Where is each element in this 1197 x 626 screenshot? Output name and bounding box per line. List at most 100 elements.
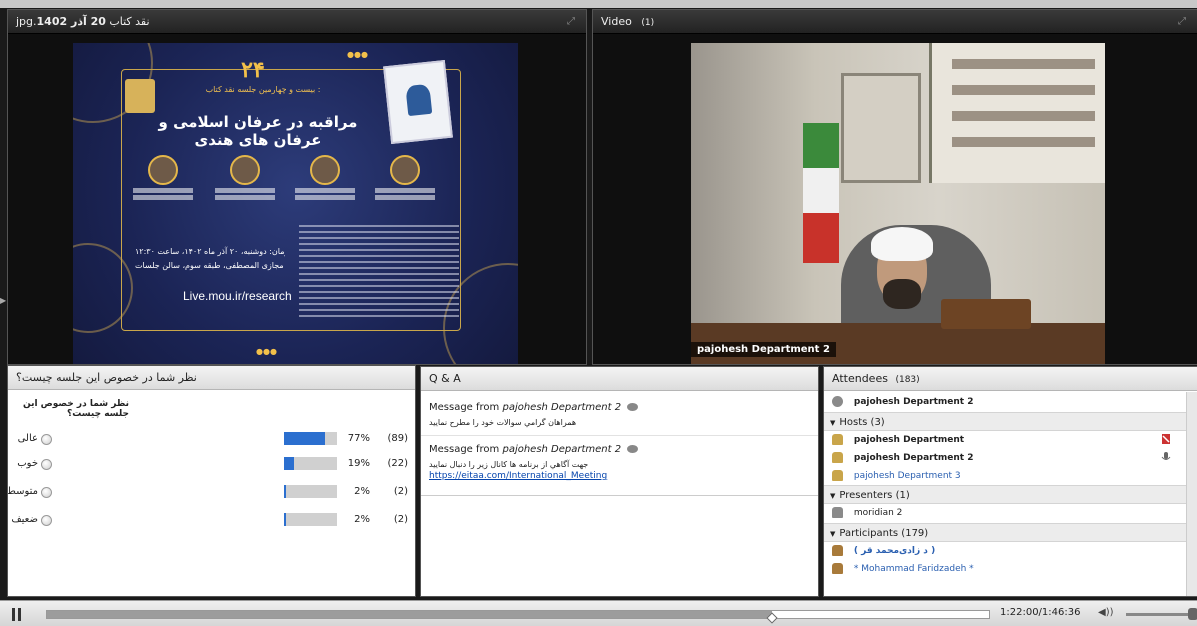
attendee-list[interactable]: pajohesh Department 2 ▼ Hosts (3) pajohes… [824, 392, 1186, 596]
current-user-row[interactable]: pajohesh Department 2 [824, 392, 1186, 412]
group-participants[interactable]: ▼ Participants (179) [824, 523, 1186, 542]
qa-message-list[interactable]: Message from pajohesh Department 2 همراه… [421, 394, 818, 496]
host-icon [832, 452, 843, 463]
poll-option-label: عالی [17, 433, 38, 444]
window-titlebar [0, 0, 1197, 8]
video-pod-header: Video (1) ⤢ [593, 10, 1197, 34]
qa-pod-title: Q & A [429, 372, 461, 385]
group-presenters[interactable]: ▼ Presenters (1) [824, 485, 1186, 504]
poll-option[interactable]: متوسط 2% (2) [8, 484, 415, 500]
volume-icon[interactable]: ◀)) [1098, 607, 1114, 619]
poster-url: Live.mou.ir/research [183, 289, 292, 303]
poll-option-radio[interactable] [41, 459, 52, 470]
fullscreen-icon[interactable]: ⤢ [564, 15, 578, 29]
attendee-row-host[interactable]: pajohesh Department 2 [824, 449, 1186, 467]
poll-option[interactable]: خوب 19% (22) [16, 456, 415, 472]
poll-option[interactable]: عالی 77% (89) [16, 431, 415, 447]
seek-progress [47, 611, 773, 618]
collapse-triangle-icon: ▼ [830, 492, 836, 500]
share-title-date: 20 آذر 1402 [36, 15, 106, 28]
poll-result-fill [284, 432, 325, 445]
qa-pod: Q & A Message from pajohesh Department 2… [420, 366, 819, 597]
poll-option-percent: 2% [354, 514, 370, 525]
poll-result-bar [284, 432, 337, 445]
poster-logo [125, 79, 155, 113]
poll-pod-title: نظر شما در خصوص این جلسه چیست؟ [16, 371, 197, 384]
poll-option-radio[interactable] [41, 434, 52, 445]
poster-info: زمان: دوشنبه، ۲۰ آذر ماه ۱۴۰۲، ساعت ۱۲:۳… [135, 245, 285, 273]
host-icon [832, 434, 843, 445]
poll-pod-header: نظر شما در خصوص این جلسه چیست؟ [8, 366, 415, 390]
participant-icon [832, 563, 843, 574]
user-status-icon [832, 396, 843, 407]
poll-option-percent: 19% [347, 458, 370, 469]
poll-option-label: ضعیف [11, 514, 38, 525]
poll-option-percent: 77% [347, 433, 370, 444]
attendee-row-host[interactable]: pajohesh Department 3 [824, 467, 1186, 485]
poll-option-label: متوسط [7, 486, 38, 497]
poll-option-count: (89) [387, 433, 408, 444]
speaker-card [123, 155, 203, 202]
poll-pod: نظر شما در خصوص این جلسه چیست؟ نظر شما د… [7, 365, 416, 597]
camera-name-label: pajohesh Department 2 [691, 342, 836, 357]
poster-number: ۲۴ [241, 57, 265, 83]
volume-slider[interactable] [1126, 608, 1197, 620]
poster-subtitle: بیست و چهارمین جلسه نقد کتاب : [205, 85, 321, 94]
speaker-photo [390, 155, 420, 185]
attendees-pod-header: Attendees (183) [824, 367, 1197, 391]
qa-pod-header: Q & A [421, 367, 818, 391]
shared-poster-image: ●●● ۲۴ بیست و چهارمین جلسه نقد کتاب : مر… [73, 43, 518, 364]
pause-button[interactable] [12, 608, 24, 621]
presenter-icon [832, 507, 843, 518]
fullscreen-icon[interactable]: ⤢ [1175, 15, 1189, 29]
attendee-row-participant[interactable]: * Mohammad Faridzadeh * [824, 560, 1186, 578]
host-icon [832, 470, 843, 481]
attendee-row-host[interactable]: pajohesh Department [824, 431, 1186, 449]
poll-option[interactable]: ضعیف 2% (2) [11, 512, 415, 528]
microphone-icon [1161, 452, 1171, 460]
volume-thumb[interactable] [1188, 608, 1197, 620]
wall-frame [841, 73, 921, 183]
poll-option-radio[interactable] [41, 515, 52, 526]
qa-message: Message from pajohesh Department 2 جهت آ… [421, 435, 818, 481]
speaker-card [285, 155, 365, 202]
speaker-card [205, 155, 285, 202]
qa-message-text: جهت آگاهي از برنامه ها كانال زير را دنبا… [429, 460, 589, 469]
side-panel-arrow-icon[interactable]: ▶ [0, 296, 6, 306]
poll-result-bar [284, 485, 337, 498]
poll-result-bar [284, 457, 337, 470]
participant-icon [832, 545, 843, 556]
speech-bubble-icon [627, 403, 639, 411]
flag-image [803, 123, 839, 263]
share-pod: jpg.نقد کتاب 20 آذر 1402 ⤢ ●●● ۲۴ بیست و… [7, 9, 587, 365]
poster-time: زمان: دوشنبه، ۲۰ آذر ماه ۱۴۰۲، ساعت ۱۲:۳… [135, 247, 285, 256]
qa-message-link[interactable]: https://eitaa.com/International_Meeting [429, 471, 810, 481]
attendee-scrollbar[interactable] [1186, 392, 1197, 596]
qa-message-from: Message from pajohesh Department 2 [429, 444, 810, 455]
seek-bar[interactable] [46, 610, 990, 624]
poll-question: نظر شما در خصوص این جلسه چیست؟ [22, 399, 129, 419]
attendee-row-participant[interactable]: ( د زادی‌محمد قر ) [824, 542, 1186, 560]
timecode: 1:22:00/1:46:36 [1000, 607, 1081, 618]
poll-result-fill [284, 485, 286, 498]
poll-option-count: (2) [393, 514, 408, 525]
poll-option-count: (2) [393, 486, 408, 497]
collapse-triangle-icon: ▼ [830, 419, 836, 427]
poster-dots: ●●● [256, 347, 277, 356]
qa-message-text: همراهان گرامي سوالات خود را مطرح نماييد [429, 418, 577, 427]
attendees-title: Attendees [832, 372, 888, 385]
poster-paragraph [299, 225, 459, 321]
collapse-triangle-icon: ▼ [830, 530, 836, 538]
poll-option-radio[interactable] [41, 487, 52, 498]
video-pod: Video (1) ⤢ pajohesh Department 2 [592, 9, 1197, 365]
share-pod-header: jpg.نقد کتاب 20 آذر 1402 ⤢ [8, 10, 586, 34]
poll-result-fill [284, 513, 286, 526]
seek-thumb[interactable] [766, 612, 778, 624]
qa-message-from: Message from pajohesh Department 2 [429, 402, 810, 413]
attendee-row-presenter[interactable]: moridian 2 [824, 504, 1186, 523]
book-cover-image [383, 59, 453, 145]
video-pod-title: Video [601, 15, 632, 28]
poster-title: مراقبه در عرفان اسلامی و عرفان های هندی [158, 113, 358, 149]
attendees-count: (183) [895, 375, 920, 385]
group-hosts[interactable]: ▼ Hosts (3) [824, 412, 1186, 431]
